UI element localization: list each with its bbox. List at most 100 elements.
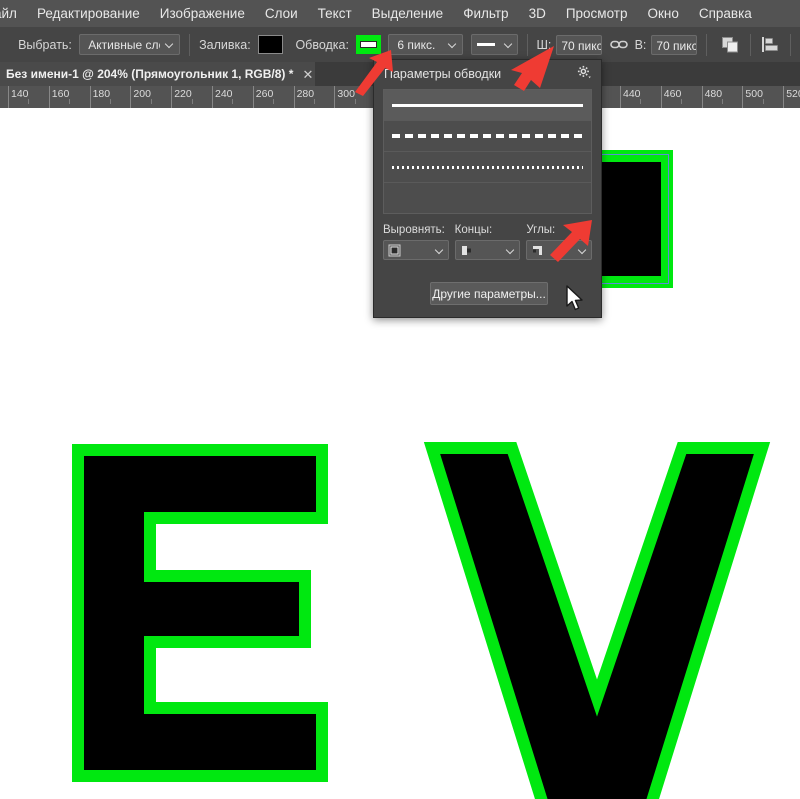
ruler-tick	[742, 86, 744, 108]
menu-select[interactable]: Выделение	[362, 0, 454, 27]
divider	[705, 33, 707, 56]
stroke-align-group: Выровнять:	[383, 224, 449, 260]
gear-icon[interactable]	[577, 65, 591, 84]
height-input[interactable]: 70 пикс	[651, 34, 697, 55]
more-options-button[interactable]: Другие параметры...	[430, 282, 548, 305]
ruler-tick	[660, 86, 662, 108]
menu-edit[interactable]: Редактирование	[27, 0, 150, 27]
solid-line-icon	[392, 103, 583, 107]
divider	[749, 33, 751, 56]
dashed-line-icon	[392, 134, 583, 138]
stroke-caps-label: Концы:	[454, 224, 493, 236]
ruler-tick	[252, 86, 254, 108]
height-label: В:	[634, 37, 647, 52]
path-operations-icon[interactable]	[720, 33, 741, 57]
chain-link-icon[interactable]	[608, 33, 629, 57]
stroke-popup-controls: Выровнять: Концы: Углы:	[374, 214, 601, 260]
menu-view[interactable]: Просмотр	[556, 0, 638, 27]
ruler-label: 140	[11, 88, 29, 100]
chevron-down-icon	[436, 246, 445, 255]
stroke-align-label: Выровнять:	[383, 224, 445, 236]
select-mode-value: Активные слои	[88, 37, 160, 52]
menu-image[interactable]: Изображение	[150, 0, 255, 27]
ruler-tick	[783, 86, 785, 108]
stroke-corner-miter-icon	[531, 244, 544, 257]
menu-file[interactable]: айл	[0, 0, 27, 27]
photoshop-window: айл Редактирование Изображение Слои Текс…	[0, 0, 800, 799]
ruler-tick-minor	[314, 99, 315, 104]
chevron-down-icon	[507, 246, 516, 255]
chevron-down-icon	[579, 246, 588, 255]
menu-window[interactable]: Окно	[637, 0, 688, 27]
stroke-corners-group: Углы:	[526, 224, 593, 260]
stroke-corners-label: Углы:	[526, 224, 556, 236]
stroke-align-dropdown[interactable]	[383, 240, 449, 260]
chevron-down-icon	[449, 40, 458, 49]
fill-color-swatch[interactable]	[258, 35, 284, 54]
stroke-swatch-inner	[360, 41, 378, 48]
shape-letter-v[interactable]	[423, 442, 771, 799]
menu-text[interactable]: Текст	[308, 0, 362, 27]
ruler-tick	[620, 86, 621, 108]
divider	[189, 33, 191, 56]
menu-bar: айл Редактирование Изображение Слои Текс…	[0, 0, 800, 27]
ruler-label: 220	[174, 88, 192, 100]
document-tab-title: Без имени-1 @ 204% (Прямоугольник 1, RGB…	[6, 67, 294, 81]
stroke-width-value: 6 пикс.	[397, 37, 436, 52]
ruler-tick	[130, 86, 132, 108]
select-label: Выбрать:	[18, 37, 72, 52]
solid-line-icon	[476, 43, 495, 46]
menu-3d[interactable]: 3D	[519, 0, 556, 27]
select-mode-dropdown[interactable]: Активные слои	[79, 34, 181, 55]
ruler-tick	[293, 86, 295, 108]
stroke-label: Обводка:	[295, 37, 349, 52]
ruler-label: 480	[704, 88, 723, 100]
ruler-tick	[701, 86, 703, 108]
shape-letter-e[interactable]	[72, 444, 328, 782]
stroke-caps-dropdown[interactable]	[454, 240, 521, 260]
ruler-label: 280	[296, 88, 315, 100]
chevron-down-icon	[505, 40, 514, 49]
menu-filter[interactable]: Фильтр	[453, 0, 518, 27]
close-icon[interactable]: ✕	[302, 68, 313, 81]
ruler-tick-minor	[273, 99, 275, 104]
menu-help[interactable]: Справка	[689, 0, 762, 27]
stroke-popup-header: Параметры обводки	[374, 60, 601, 88]
ruler-tick	[171, 86, 173, 108]
stroke-caps-group: Концы:	[454, 224, 521, 260]
path-alignment-icon[interactable]	[760, 33, 781, 57]
stroke-preset-solid[interactable]	[384, 90, 591, 121]
ruler-tick-minor	[69, 99, 71, 104]
ruler-label: 300	[337, 88, 355, 100]
stroke-preset-dotted[interactable]	[384, 152, 591, 183]
stroke-width-dropdown[interactable]: 6 пикс.	[388, 34, 464, 55]
stroke-cap-butt-icon	[460, 244, 473, 257]
stroke-color-swatch[interactable]	[356, 35, 382, 54]
stroke-corners-dropdown[interactable]	[526, 240, 593, 260]
ruler-label: 160	[51, 88, 70, 100]
ruler-tick	[212, 86, 213, 108]
ruler-tick-minor	[681, 99, 683, 104]
stroke-preset-empty	[384, 183, 591, 214]
ruler-label: 440	[623, 88, 641, 100]
stroke-style-dropdown[interactable]	[470, 34, 518, 55]
ruler-label: 520	[786, 88, 800, 100]
stroke-popup-title: Параметры обводки	[384, 67, 502, 81]
ruler-tick	[8, 86, 9, 108]
ruler-tick-minor	[722, 99, 723, 104]
ruler-label: 180	[92, 88, 111, 100]
dotted-line-icon	[392, 165, 583, 169]
stroke-preset-dashed[interactable]	[384, 121, 591, 152]
menu-layers[interactable]: Слои	[255, 0, 308, 27]
stroke-options-popup: Параметры обводки Выровнять: Концы: Углы…	[373, 59, 602, 318]
ruler-tick-minor	[110, 99, 111, 104]
width-input[interactable]: 70 пикс	[556, 34, 602, 55]
divider	[526, 33, 528, 56]
ruler-label: 500	[745, 88, 763, 100]
divider	[790, 33, 791, 56]
ruler-tick	[334, 86, 336, 108]
stroke-preset-list[interactable]	[383, 89, 592, 214]
document-tab[interactable]: Без имени-1 @ 204% (Прямоугольник 1, RGB…	[0, 62, 315, 86]
stroke-align-center-icon	[388, 244, 401, 257]
ruler-tick	[89, 86, 91, 108]
